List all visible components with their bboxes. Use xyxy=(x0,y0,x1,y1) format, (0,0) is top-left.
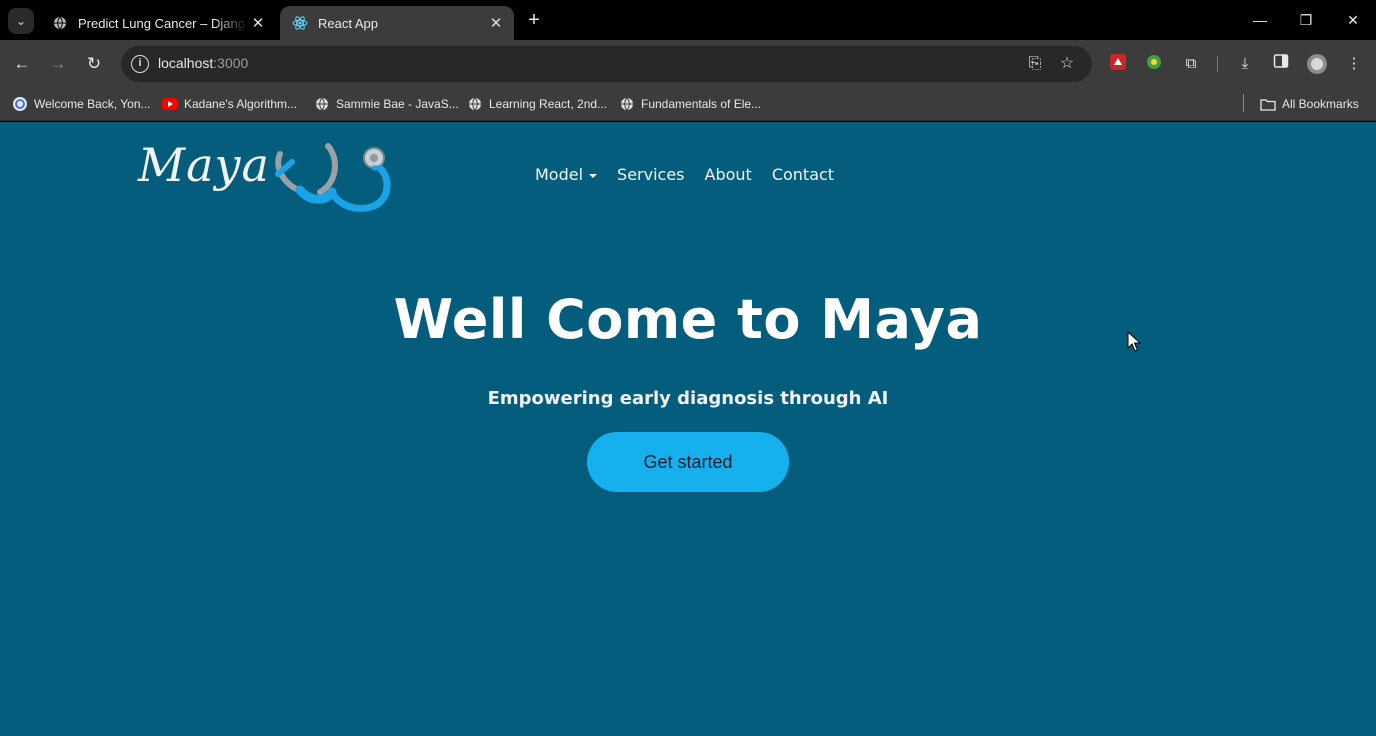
browser-toolbar: ← → ↻ i localhost:3000 ⎘ ☆ ⧉ ⤓ ⋮ xyxy=(0,40,1376,88)
folder-icon xyxy=(1260,96,1276,112)
minimize-icon[interactable]: — xyxy=(1237,0,1283,40)
bookmark-star-icon[interactable]: ☆ xyxy=(1057,54,1077,74)
bookmark-item[interactable]: Sammie Bae - JavaS... xyxy=(314,93,459,115)
youtube-icon xyxy=(162,96,178,112)
url-text[interactable]: localhost:3000 xyxy=(158,55,248,71)
download-icon[interactable]: ⤓ xyxy=(1234,53,1256,75)
tab-search-button[interactable]: ⌄ xyxy=(8,8,34,34)
back-icon[interactable]: ← xyxy=(8,50,36,78)
bookmark-item[interactable]: Fundamentals of Ele... xyxy=(619,93,761,115)
react-icon xyxy=(292,15,308,31)
new-tab-button[interactable]: + xyxy=(522,9,546,33)
caret-down-icon xyxy=(589,173,598,178)
menu-kebab-icon[interactable]: ⋮ xyxy=(1343,53,1365,75)
all-bookmarks-button[interactable]: All Bookmarks xyxy=(1260,93,1359,115)
nav-about[interactable]: About xyxy=(705,165,752,184)
install-app-icon[interactable]: ⎘ xyxy=(1025,54,1045,74)
nav-services[interactable]: Services xyxy=(617,165,684,184)
close-window-icon[interactable]: ✕ xyxy=(1330,0,1376,40)
extension-red-icon[interactable] xyxy=(1107,53,1129,75)
globe-icon xyxy=(619,96,635,112)
extensions-puzzle-icon[interactable]: ⧉ xyxy=(1180,53,1202,75)
hero-title: Well Come to Maya xyxy=(393,288,983,351)
get-started-button[interactable]: Get started xyxy=(587,432,789,492)
mouse-cursor-icon xyxy=(1127,331,1141,352)
tab-title: Predict Lung Cancer – Django R xyxy=(78,15,248,31)
reload-icon[interactable]: ↻ xyxy=(80,50,108,78)
bookmark-item[interactable]: Welcome Back, Yon... xyxy=(12,93,151,115)
forward-icon[interactable]: → xyxy=(44,50,72,78)
page-content: Maya Model Services About Contact Well C… xyxy=(0,122,1376,736)
bookmark-item[interactable]: Kadane's Algorithm... xyxy=(162,93,297,115)
globe-icon xyxy=(52,15,68,31)
site-icon xyxy=(12,96,28,112)
address-bar[interactable]: i localhost:3000 ⎘ ☆ xyxy=(121,46,1092,82)
main-nav: Model Services About Contact xyxy=(535,165,854,184)
tab-title: React App xyxy=(318,15,378,31)
bookmark-item[interactable]: Learning React, 2nd... xyxy=(467,93,607,115)
tab-predict-lung-cancer[interactable]: Predict Lung Cancer – Django R ✕ xyxy=(40,6,276,40)
nav-contact[interactable]: Contact xyxy=(772,165,834,184)
bookmarks-bar: Welcome Back, Yon... Kadane's Algorithm.… xyxy=(0,88,1376,121)
tab-strip: ⌄ Predict Lung Cancer – Django R ✕ React… xyxy=(0,0,1376,40)
logo-text: Maya xyxy=(138,138,270,192)
side-panel-icon[interactable] xyxy=(1270,53,1292,75)
site-info-icon[interactable]: i xyxy=(131,55,149,73)
globe-icon xyxy=(314,96,330,112)
profile-avatar-icon[interactable] xyxy=(1306,53,1328,75)
stethoscope-icon xyxy=(275,143,391,212)
extension-green-icon[interactable] xyxy=(1143,53,1165,75)
bookmarks-divider xyxy=(1243,94,1244,112)
tab-react-app[interactable]: React App ✕ xyxy=(280,6,514,40)
maya-logo[interactable]: Maya xyxy=(134,130,396,220)
nav-model-dropdown[interactable]: Model xyxy=(535,165,598,184)
restore-icon[interactable]: ❐ xyxy=(1283,0,1329,40)
toolbar-divider xyxy=(1217,56,1218,72)
hero-subtitle: Empowering early diagnosis through AI xyxy=(487,388,889,409)
globe-icon xyxy=(467,96,483,112)
close-tab-icon[interactable]: ✕ xyxy=(248,14,268,32)
close-tab-icon[interactable]: ✕ xyxy=(486,14,506,32)
